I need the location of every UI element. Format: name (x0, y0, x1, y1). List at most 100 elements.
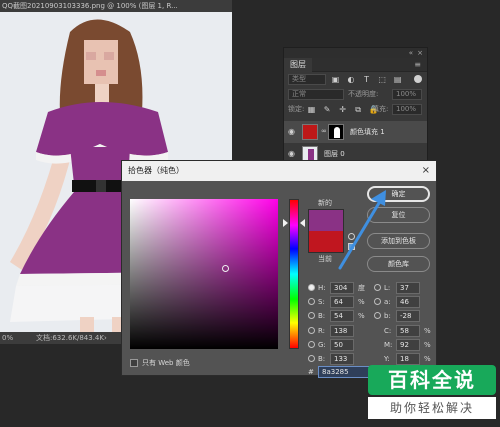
visibility-eye-icon[interactable]: ◉ (288, 149, 295, 158)
l-input[interactable]: 37 (396, 282, 420, 294)
s-input[interactable]: 64 (330, 296, 354, 308)
l-radio[interactable] (374, 284, 381, 291)
saturation-brightness-field[interactable] (130, 199, 278, 349)
web-colors-label: 只有 Web 颜色 (142, 359, 190, 367)
b-input[interactable]: 54 (330, 310, 354, 322)
hsb-h-row: H: 304 度 (308, 282, 378, 294)
hue-slider[interactable] (289, 199, 299, 349)
h-input[interactable]: 304 (330, 282, 354, 294)
shape-filter-icon[interactable]: ⬚ (377, 74, 388, 85)
current-color-swatch[interactable] (309, 231, 343, 252)
lab-a-row: a: 46 (374, 296, 430, 308)
watermark-subtitle: 助你轻松解决 (368, 397, 496, 419)
web-colors-checkbox[interactable] (130, 359, 138, 367)
lab-b-radio[interactable] (374, 312, 381, 319)
hsb-s-row: S: 64 % (308, 296, 378, 308)
l-label: L: (384, 284, 391, 292)
h-radio[interactable] (308, 284, 315, 291)
b-unit: % (358, 312, 365, 320)
m-input[interactable]: 92 (396, 339, 420, 351)
lock-brush-icon[interactable]: ✎ (322, 104, 333, 115)
out-of-gamut-warning-icon[interactable] (348, 233, 355, 240)
rgb-b-input[interactable]: 133 (330, 353, 354, 365)
h-unit: 度 (358, 284, 365, 292)
hue-slider-handle-left[interactable] (283, 219, 288, 227)
g-radio[interactable] (308, 341, 315, 348)
rgb-r-row: R: 138 (308, 325, 378, 337)
filter-row: 类型 ▣ ◐ T ⬚ ▤ (284, 72, 427, 87)
smart-object-filter-icon[interactable]: ▤ (392, 74, 403, 85)
visibility-eye-icon[interactable]: ◉ (288, 127, 295, 136)
opacity-label: 不透明度: (348, 90, 379, 98)
c-input[interactable]: 58 (396, 325, 420, 337)
lock-label: 锁定: (288, 105, 305, 113)
opacity-input[interactable]: 100% (392, 89, 422, 100)
lock-move-icon[interactable]: ✛ (337, 104, 348, 115)
fill-label: 填充: (372, 105, 389, 113)
fill-color-thumbnail[interactable] (302, 124, 318, 140)
c-label: C: (384, 327, 392, 335)
lab-b-label: b: (384, 312, 391, 320)
layer-row-color-fill[interactable]: ◉ ∞ 颜色填充 1 (284, 121, 427, 143)
layer-mask-thumbnail[interactable] (328, 124, 344, 140)
panel-menu-icon[interactable]: ≡ (414, 58, 421, 72)
r-input[interactable]: 138 (330, 325, 354, 337)
dialog-titlebar: 拾色器（纯色） × (122, 161, 436, 181)
status-arrow-icon[interactable]: › (104, 332, 107, 344)
b-label: B: (318, 312, 326, 320)
add-to-swatches-button[interactable]: 添加到色板 (367, 233, 430, 249)
type-filter-icon[interactable]: T (361, 74, 372, 85)
dialog-title: 拾色器（纯色） (128, 166, 184, 175)
y-label: Y: (384, 355, 390, 363)
photoshop-workspace: QQ截图20210903103336.png @ 100% (图层 1, R..… (0, 0, 500, 427)
lab-l-row: L: 37 (374, 282, 430, 294)
status-zoom[interactable]: 0% (2, 332, 13, 344)
panel-topstrip: « × (284, 48, 427, 58)
s-label: S: (318, 298, 325, 306)
rgb-b-row: B: 133 (308, 353, 378, 365)
ok-button[interactable]: 确定 (367, 186, 430, 202)
web-safe-cube-icon[interactable] (348, 243, 355, 250)
close-icon[interactable]: × (417, 48, 423, 58)
filter-icons: ▣ ◐ T ⬚ ▤ (330, 74, 405, 85)
hex-symbol: # (308, 368, 314, 376)
lock-transparency-icon[interactable]: ▦ (306, 104, 317, 115)
layers-tab-row: 图层 ≡ (284, 58, 427, 72)
a-radio[interactable] (374, 298, 381, 305)
b-radio[interactable] (308, 312, 315, 319)
lock-row: 锁定: ▦ ✎ ✛ ⧉ 🔒 填充: 100% (284, 102, 427, 117)
filter-toggle[interactable] (414, 75, 422, 83)
g-input[interactable]: 50 (330, 339, 354, 351)
y-input[interactable]: 18 (396, 353, 420, 365)
adjustment-filter-icon[interactable]: ◐ (346, 74, 357, 85)
rgb-b-radio[interactable] (308, 355, 315, 362)
current-color-label: 当前 (318, 255, 332, 263)
lock-artboard-icon[interactable]: ⧉ (353, 104, 364, 115)
reset-button[interactable]: 复位 (367, 207, 430, 223)
a-label: a: (384, 298, 391, 306)
new-color-label: 新的 (318, 199, 332, 207)
tab-layers[interactable]: 图层 (284, 58, 312, 72)
cmyk-m-row: M: 92 % (384, 339, 434, 351)
blend-mode-select[interactable]: 正常 (288, 89, 344, 100)
hex-input[interactable]: 8a3285 (318, 366, 370, 378)
color-picker-dialog: 拾色器（纯色） × 新的 当前 确定 复位 添加到色板 颜色库 H: 304 度 (121, 160, 437, 378)
rgb-b-label: B: (318, 355, 326, 363)
lab-b-input[interactable]: -28 (396, 310, 420, 322)
a-input[interactable]: 46 (396, 296, 420, 308)
fill-input[interactable]: 100% (392, 104, 422, 115)
cmyk-y-row: Y: 18 % (384, 353, 434, 365)
hue-slider-handle-right[interactable] (300, 219, 305, 227)
document-tab[interactable]: QQ截图20210903103336.png @ 100% (图层 1, R..… (0, 0, 232, 12)
layer-name[interactable]: 颜色填充 1 (350, 121, 385, 143)
close-icon[interactable]: × (422, 161, 430, 181)
color-libraries-button[interactable]: 颜色库 (367, 256, 430, 272)
r-radio[interactable] (308, 327, 315, 334)
layer-filter-select[interactable]: 类型 (288, 74, 326, 85)
pixel-filter-icon[interactable]: ▣ (330, 74, 341, 85)
r-label: R: (318, 327, 326, 335)
color-cursor[interactable] (222, 265, 229, 272)
s-radio[interactable] (308, 298, 315, 305)
collapse-icon[interactable]: « (409, 48, 413, 58)
cmyk-c-row: C: 58 % (384, 325, 434, 337)
